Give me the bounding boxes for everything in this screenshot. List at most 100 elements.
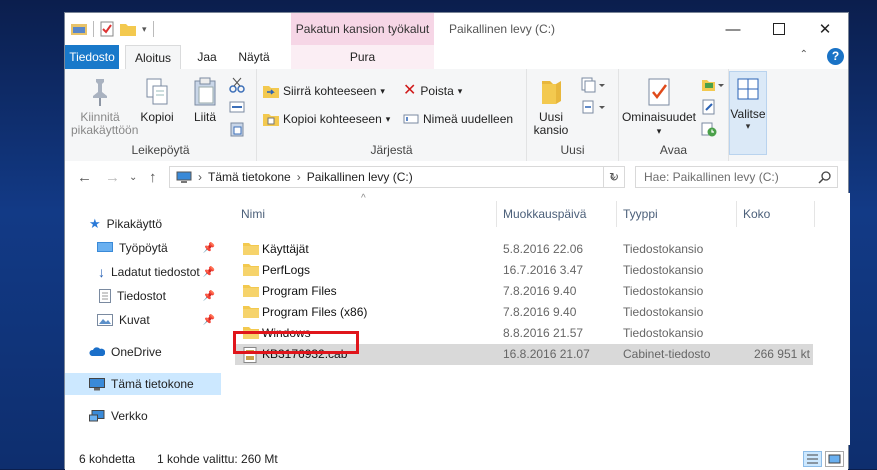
copy-button[interactable]: Kopioi: [137, 77, 177, 124]
nav-quick-access[interactable]: ★ Pikakäyttö: [65, 213, 221, 235]
column-header-modified[interactable]: Muokkauspäivä: [497, 201, 617, 227]
new-group-label: Uusi: [560, 143, 585, 157]
highlight-box: [233, 331, 359, 354]
file-modified: 8.8.2016 21.57: [503, 326, 584, 340]
paste-label: Liitä: [193, 110, 216, 124]
maximize-button[interactable]: [756, 13, 802, 45]
nav-network-label: Verkko: [111, 409, 148, 423]
paste-shortcut-icon[interactable]: [229, 121, 245, 137]
nav-desktop-label: Työpöytä: [119, 241, 168, 255]
rename-button[interactable]: Nimeä uudelleen: [403, 109, 513, 129]
this-pc-small-icon: [176, 171, 192, 183]
select-label: Valitse: [730, 107, 766, 121]
breadcrumb-separator-icon: ›: [296, 170, 301, 184]
tab-view[interactable]: Näytä: [233, 45, 275, 69]
new-folder-label-2: kansio: [533, 123, 569, 137]
new-folder-button[interactable]: Uusi kansio: [531, 77, 571, 137]
nav-this-pc[interactable]: Tämä tietokone: [65, 373, 221, 395]
tab-extract[interactable]: Pura: [291, 45, 434, 69]
nav-pictures-label: Kuvat: [119, 313, 150, 327]
nav-desktop[interactable]: Työpöytä 📌: [65, 237, 221, 259]
move-to-button[interactable]: Siirrä kohteeseen ▾: [263, 81, 385, 101]
copy-path-icon[interactable]: [229, 99, 245, 115]
file-size: [715, 302, 810, 323]
pictures-icon: [97, 314, 113, 326]
file-modified: 7.8.2016 9.40: [503, 284, 577, 298]
qat-dropdown-icon[interactable]: ▾: [142, 24, 147, 35]
tab-home[interactable]: Aloitus: [125, 45, 181, 70]
nav-documents-label: Tiedostot: [117, 289, 166, 303]
details-view-button[interactable]: [803, 451, 822, 467]
search-input[interactable]: Hae: Paikallinen levy (C:): [635, 166, 838, 188]
properties-icon: [648, 78, 670, 106]
context-tab-title: Pakatun kansion työkalut: [291, 13, 434, 45]
status-bar: 6 kohdetta 1 kohde valittu: 260 Mt: [65, 445, 848, 470]
minimize-button[interactable]: —: [710, 13, 756, 45]
copy-to-button[interactable]: Kopioi kohteeseen ▾: [263, 109, 390, 129]
nav-this-pc-label: Tämä tietokone: [111, 377, 194, 391]
nav-downloads[interactable]: ↓ Ladatut tiedostot 📌: [65, 261, 221, 283]
back-button[interactable]: ←: [77, 169, 92, 186]
open-group: Ominaisuudet ▾ Avaa: [619, 69, 729, 161]
pinned-icon: 📌: [202, 290, 215, 302]
folder-icon: [243, 243, 259, 255]
tab-file[interactable]: Tiedosto: [65, 45, 119, 69]
select-button[interactable]: Valitse ▾: [729, 71, 767, 155]
file-row[interactable]: PerfLogs 16.7.2016 3.47 Tiedostokansio: [235, 260, 813, 281]
tab-share[interactable]: Jaa: [189, 45, 225, 69]
large-icons-view-button[interactable]: [825, 451, 844, 467]
this-pc-icon: [89, 377, 105, 390]
copy-icon: [146, 78, 168, 105]
close-button[interactable]: ✕: [802, 13, 848, 45]
select-dropdown-icon: ▾: [745, 121, 751, 131]
column-header-type[interactable]: Tyyppi: [617, 201, 737, 227]
file-type: Tiedostokansio: [623, 242, 704, 256]
open-group-label: Avaa: [659, 143, 688, 157]
star-icon: ★: [89, 216, 101, 231]
new-item-icon[interactable]: [581, 77, 605, 93]
recent-locations-button[interactable]: ⌄: [129, 172, 137, 183]
column-header-size[interactable]: Koko: [737, 201, 815, 227]
file-type: Tiedostokansio: [623, 284, 704, 298]
rename-icon: [403, 114, 419, 124]
title-bar: ▾ Pakatun kansion työkalut Paikallinen l…: [65, 13, 848, 45]
new-folder-qat-icon[interactable]: [120, 22, 136, 36]
window-title: Paikallinen levy (C:): [449, 22, 556, 36]
rename-label: Nimeä uudelleen: [423, 112, 514, 126]
properties-button[interactable]: Ominaisuudet ▾: [619, 77, 699, 138]
refresh-button[interactable]: ↻: [603, 166, 625, 188]
cut-icon[interactable]: [229, 77, 245, 93]
file-row[interactable]: Käyttäjät 5.8.2016 22.06 Tiedostokansio: [235, 239, 813, 260]
breadcrumb-local-disk[interactable]: Paikallinen levy (C:): [307, 170, 413, 184]
address-bar[interactable]: › Tämä tietokone › Paikallinen levy (C:)…: [169, 166, 625, 188]
help-icon[interactable]: ?: [827, 48, 844, 65]
search-icon: [818, 171, 831, 184]
edit-icon[interactable]: [701, 99, 717, 115]
nav-documents[interactable]: Tiedostot 📌: [65, 285, 221, 307]
up-button[interactable]: ↑: [149, 169, 157, 186]
maximize-icon: [773, 23, 785, 35]
pin-quick-access-button[interactable]: Kiinnitä pikakäyttöön: [71, 77, 138, 137]
breadcrumb-this-pc[interactable]: Tämä tietokone: [208, 170, 291, 184]
delete-button[interactable]: ✕ Poista ▾: [403, 81, 462, 101]
forward-button[interactable]: →: [105, 169, 120, 186]
easy-access-icon[interactable]: [581, 99, 605, 115]
breadcrumb-separator-icon: ›: [198, 170, 202, 184]
collapse-ribbon-icon[interactable]: ⌃: [800, 49, 808, 60]
file-row[interactable]: Program Files 7.8.2016 9.40 Tiedostokans…: [235, 281, 813, 302]
ribbon-tabs: Tiedosto Aloitus Jaa Näytä Pura ⌃ ?: [65, 45, 848, 70]
paste-button[interactable]: Liitä: [187, 77, 223, 124]
quick-access-toolbar: ▾: [71, 20, 154, 38]
history-icon[interactable]: [701, 121, 717, 137]
open-icon[interactable]: [701, 77, 725, 93]
nav-network[interactable]: Verkko: [65, 405, 221, 427]
nav-onedrive[interactable]: OneDrive: [65, 341, 221, 363]
file-size: [715, 239, 810, 260]
file-row[interactable]: Program Files (x86) 7.8.2016 9.40 Tiedos…: [235, 302, 813, 323]
explorer-app-icon[interactable]: [71, 22, 87, 36]
column-header-name[interactable]: Nimi: [235, 201, 497, 227]
properties-qat-icon[interactable]: [100, 21, 114, 37]
close-icon: ✕: [818, 21, 832, 38]
minimize-icon: —: [725, 20, 741, 38]
nav-pictures[interactable]: Kuvat 📌: [65, 309, 221, 331]
